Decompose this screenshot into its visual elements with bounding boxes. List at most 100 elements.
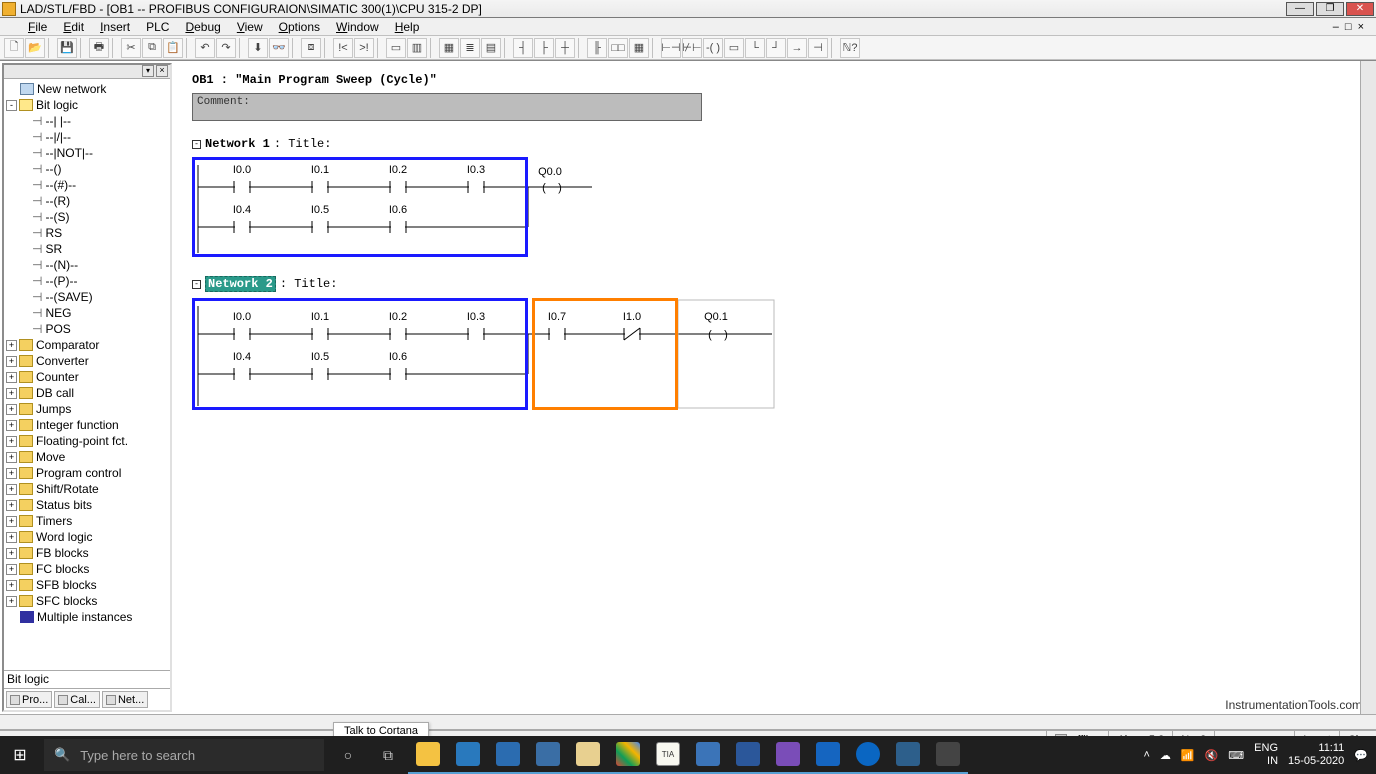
tree-bit-item[interactable]: ⊣NEG	[4, 305, 170, 321]
tray-volume-icon[interactable]: 🔇	[1205, 749, 1219, 762]
tree-folder[interactable]: +Counter	[4, 369, 170, 385]
no-contact-button[interactable]: ⊢⊣	[661, 38, 681, 58]
app-snip[interactable]	[768, 736, 808, 774]
tree-bit-item[interactable]: ⊣--| |--	[4, 113, 170, 129]
app-generic2[interactable]	[928, 736, 968, 774]
expand-icon[interactable]: +	[6, 532, 17, 543]
app-store[interactable]	[488, 736, 528, 774]
app-paint[interactable]	[568, 736, 608, 774]
conn-button[interactable]: □□	[608, 38, 628, 58]
tree-bit-item[interactable]: ⊣--(N)--	[4, 257, 170, 273]
app-simatic[interactable]	[688, 736, 728, 774]
cut-button[interactable]: ✂	[121, 38, 141, 58]
branch-up-button[interactable]: ┘	[766, 38, 786, 58]
tree-view[interactable]: New network - Bit logic ⊣--| |--⊣--|/|--…	[4, 79, 170, 670]
tree-bit-item[interactable]: ⊣--|NOT|--	[4, 145, 170, 161]
open-button[interactable]: 📂	[25, 38, 45, 58]
tree-folder[interactable]: +Converter	[4, 353, 170, 369]
tray-keyboard-icon[interactable]: ⌨	[1228, 749, 1244, 762]
network-2-header[interactable]: - Network 2 : Title:	[192, 276, 1358, 292]
insert-net-button[interactable]: ▦	[439, 38, 459, 58]
minimize-button[interactable]: —	[1286, 2, 1314, 16]
lad-row-button[interactable]: ▤	[481, 38, 501, 58]
view1-button[interactable]: ▭	[386, 38, 406, 58]
tree-new-network[interactable]: New network	[4, 81, 170, 97]
tree-folder[interactable]: +Shift/Rotate	[4, 481, 170, 497]
tree-folder[interactable]: +Status bits	[4, 497, 170, 513]
tab-call[interactable]: Cal...	[54, 691, 100, 708]
tree-folder[interactable]: +FC blocks	[4, 561, 170, 577]
comment-field[interactable]: Comment:	[192, 93, 702, 121]
app-chrome[interactable]	[608, 736, 648, 774]
app-explorer[interactable]	[408, 736, 448, 774]
menu-help[interactable]: Help	[389, 20, 426, 34]
tree-folder[interactable]: +SFB blocks	[4, 577, 170, 593]
menu-debug[interactable]: Debug	[179, 20, 226, 34]
app-diamond[interactable]	[808, 736, 848, 774]
tree-bit-item[interactable]: ⊣--(R)	[4, 193, 170, 209]
print-button[interactable]: 🖶	[89, 38, 109, 58]
branch-down-button[interactable]: └	[745, 38, 765, 58]
undo-button[interactable]: ↶	[195, 38, 215, 58]
tree-folder[interactable]: +Floating-point fct.	[4, 433, 170, 449]
collapse-icon[interactable]: -	[192, 140, 201, 149]
menu-view[interactable]: View	[231, 20, 269, 34]
expand-icon[interactable]: +	[6, 372, 17, 383]
expand-icon[interactable]: +	[6, 340, 17, 351]
tree-bit-item[interactable]: ⊣--()	[4, 161, 170, 177]
menu-options[interactable]: Options	[273, 20, 326, 34]
tray-lang[interactable]: ENGIN	[1254, 742, 1278, 768]
start-button[interactable]: ⊞	[0, 736, 40, 774]
tray-notifications-icon[interactable]: 💬	[1354, 749, 1368, 762]
expand-icon[interactable]: +	[6, 516, 17, 527]
network-1-header[interactable]: - Network 1 : Title:	[192, 137, 1358, 151]
tree-bit-item[interactable]: ⊣--(SAVE)	[4, 289, 170, 305]
expand-icon[interactable]: +	[6, 500, 17, 511]
app-mail[interactable]	[528, 736, 568, 774]
tree-bit-item[interactable]: ⊣RS	[4, 225, 170, 241]
app-word[interactable]	[728, 736, 768, 774]
expand-icon[interactable]: +	[6, 436, 17, 447]
expand-icon[interactable]: +	[6, 484, 17, 495]
network-1[interactable]: I0.0I0.1I0.2I0.3 Q0.0 ( ) I0.4I0.5I0.6	[192, 157, 1358, 260]
menu-window[interactable]: Window	[330, 20, 385, 34]
box-button[interactable]: ▭	[724, 38, 744, 58]
new-button[interactable]: 🗋	[4, 38, 24, 58]
tree-folder[interactable]: +DB call	[4, 385, 170, 401]
expand-icon[interactable]: +	[6, 596, 17, 607]
app-teamviewer[interactable]	[848, 736, 888, 774]
tree-bit-item[interactable]: ⊣POS	[4, 321, 170, 337]
tray-clock[interactable]: 11:1115-05-2020	[1288, 742, 1344, 768]
tab-network[interactable]: Net...	[102, 691, 148, 708]
download-button[interactable]: ⬇	[248, 38, 268, 58]
coil-open-button[interactable]: ╟	[587, 38, 607, 58]
expand-icon[interactable]: +	[6, 580, 17, 591]
goto-next-button[interactable]: >!	[354, 38, 374, 58]
goto-prev-button[interactable]: !<	[333, 38, 353, 58]
tree-bit-item[interactable]: ⊣--(S)	[4, 209, 170, 225]
neg-button[interactable]: ⊣	[808, 38, 828, 58]
cortana-icon[interactable]: ○	[328, 736, 368, 774]
tree-folder[interactable]: +Jumps	[4, 401, 170, 417]
view2-button[interactable]: ▥	[407, 38, 427, 58]
tree-folder[interactable]: +Comparator	[4, 337, 170, 353]
redo-button[interactable]: ↷	[216, 38, 236, 58]
expand-icon[interactable]: +	[6, 388, 17, 399]
nc-contact-button[interactable]: ⊬⊢	[682, 38, 702, 58]
network-2[interactable]: I0.0I0.1I0.2I0.3 I0.7I1.0 Q0.1 ( ) I0.4I…	[192, 298, 1358, 415]
tree-folder[interactable]: +FB blocks	[4, 545, 170, 561]
tree-bit-logic[interactable]: - Bit logic	[4, 97, 170, 113]
task-view-icon[interactable]: ⧉	[368, 736, 408, 774]
tray-chevron-icon[interactable]: ˄	[1143, 749, 1149, 761]
menu-plc[interactable]: PLC	[140, 20, 175, 34]
expand-icon[interactable]: +	[6, 564, 17, 575]
help-button[interactable]: ℕ?	[840, 38, 860, 58]
app-tia[interactable]: TIA	[648, 736, 688, 774]
expand-icon[interactable]: +	[6, 356, 17, 367]
restore-button[interactable]: ❐	[1316, 2, 1344, 16]
paste-button[interactable]: 📋	[163, 38, 183, 58]
expand-icon[interactable]: +	[6, 548, 17, 559]
expand-icon[interactable]: +	[6, 420, 17, 431]
lad-col-button[interactable]: ≣	[460, 38, 480, 58]
monitor-button[interactable]: 👓	[269, 38, 289, 58]
